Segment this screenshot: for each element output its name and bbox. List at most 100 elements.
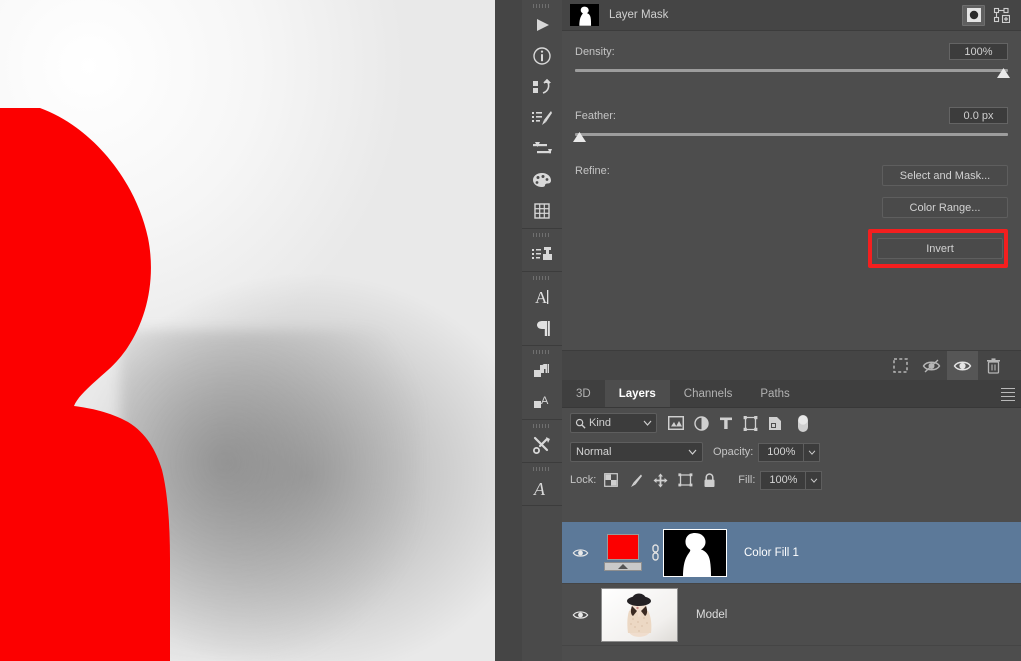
fill-stepper[interactable] <box>805 470 823 490</box>
tab-channels[interactable]: Channels <box>670 380 747 407</box>
layer-visibility-toggle[interactable] <box>562 609 599 621</box>
rail-grip[interactable] <box>522 2 562 9</box>
lock-all-icon[interactable] <box>703 472 716 488</box>
tools-scissors-icon[interactable] <box>522 429 562 460</box>
refine-label: Refine: <box>575 165 610 177</box>
layer-filter-toggle[interactable] <box>797 413 809 433</box>
layer-mask-link-icon[interactable] <box>646 544 664 561</box>
chevron-down-icon <box>810 478 818 483</box>
vector-mask-button[interactable] <box>990 5 1013 26</box>
table-row[interactable]: Color Fill 1 <box>562 522 1021 584</box>
brush-presets-icon[interactable] <box>522 102 562 133</box>
properties-panel-header: Layer Mask <box>562 0 1021 31</box>
rail-group-4: A <box>522 346 562 420</box>
load-selection-icon[interactable] <box>885 351 916 380</box>
chevron-down-icon <box>808 450 816 455</box>
lock-transparent-pixels-icon[interactable] <box>604 473 619 487</box>
toggle-mask-visibility-icon[interactable] <box>947 351 978 380</box>
layer-name: Model <box>696 608 728 621</box>
filter-adjustment-layers-icon[interactable] <box>694 415 709 431</box>
fill-gradient-bar <box>604 561 642 571</box>
search-icon <box>575 418 586 429</box>
blend-mode-select[interactable]: Normal <box>570 442 703 462</box>
rail-grip[interactable] <box>522 231 562 238</box>
blend-mode-value: Normal <box>576 446 612 458</box>
delete-mask-icon[interactable] <box>978 351 1009 380</box>
select-and-mask-line: Select and Mask... <box>575 165 1008 186</box>
opacity-value-field[interactable]: 100% <box>758 442 804 462</box>
apply-mask-icon[interactable] <box>916 351 947 380</box>
color-range-line: Color Range... <box>575 197 1008 218</box>
timeline-play-icon[interactable] <box>522 9 562 40</box>
filter-type-layers-icon[interactable] <box>719 416 733 430</box>
density-slider[interactable] <box>575 65 1010 81</box>
history-icon[interactable] <box>522 71 562 102</box>
lock-label: Lock: <box>570 474 597 486</box>
density-label: Density: <box>575 45 615 58</box>
glyphs-icon[interactable]: A <box>522 472 562 503</box>
panel-menu-icon[interactable] <box>1001 388 1015 404</box>
layer-mask-thumbnail[interactable] <box>663 528 727 577</box>
page-title: Layer Mask <box>609 9 669 21</box>
rail-group-3: A <box>522 272 562 346</box>
svg-text:A: A <box>533 479 546 499</box>
character-styles-icon[interactable]: A <box>522 386 562 417</box>
chevron-down-icon <box>643 420 652 426</box>
info-icon[interactable] <box>522 40 562 71</box>
select-and-mask-button[interactable]: Select and Mask... <box>882 165 1008 186</box>
filter-kind-select[interactable]: Kind <box>570 413 657 433</box>
lock-position-icon[interactable] <box>653 473 668 488</box>
character-icon[interactable]: A <box>522 281 562 312</box>
feather-value-field[interactable]: 0.0 px <box>949 107 1008 124</box>
color-fill-thumbnail[interactable] <box>599 530 646 576</box>
rail-grip[interactable] <box>522 422 562 429</box>
adjustments-icon[interactable] <box>522 133 562 164</box>
lock-icons <box>604 472 716 488</box>
opacity-stepper[interactable] <box>803 442 821 462</box>
tab-layers[interactable]: Layers <box>604 380 670 407</box>
tab-paths[interactable]: Paths <box>746 380 803 407</box>
color-range-button[interactable]: Color Range... <box>882 197 1008 218</box>
feather-slider[interactable] <box>573 129 1008 145</box>
chevron-down-icon <box>688 449 697 455</box>
tab-3d[interactable]: 3D <box>562 380 605 407</box>
swatches-palette-icon[interactable] <box>522 164 562 195</box>
document-canvas[interactable] <box>0 0 495 661</box>
mask-type-buttons <box>962 4 1013 26</box>
rail-grip[interactable] <box>522 348 562 355</box>
filter-smart-objects-icon[interactable] <box>768 416 782 431</box>
rail-grip[interactable] <box>522 465 562 472</box>
refine-section: Refine: Select and Mask... Color Range..… <box>575 145 1008 268</box>
rail-grip[interactable] <box>522 274 562 281</box>
paragraph-icon[interactable] <box>522 312 562 343</box>
rail-group-1 <box>522 0 562 229</box>
fill-value-field[interactable]: 100% <box>760 470 806 490</box>
rail-group-6: A <box>522 463 562 506</box>
grid-icon[interactable] <box>522 195 562 226</box>
svg-text:A: A <box>535 288 548 307</box>
filter-shape-layers-icon[interactable] <box>743 415 758 431</box>
layer-visibility-toggle[interactable] <box>562 547 599 559</box>
blend-mode-row: Normal Opacity: 100% <box>562 438 1021 466</box>
layer-image-thumbnail[interactable] <box>601 587 678 642</box>
table-row[interactable]: Model <box>562 584 1021 646</box>
density-value-field[interactable]: 100% <box>949 43 1008 60</box>
properties-panel: Layer Mask Density: 100% Feather: 0.0 px… <box>562 0 1021 380</box>
pixel-mask-button[interactable] <box>962 4 985 26</box>
lock-image-pixels-icon[interactable] <box>628 473 643 488</box>
invert-line: Invert <box>575 229 1008 268</box>
rail-group-2 <box>522 229 562 272</box>
feather-control: Feather: 0.0 px <box>573 81 1008 145</box>
density-control: Density: 100% <box>575 31 1010 81</box>
invert-button[interactable]: Invert <box>877 238 1003 259</box>
clone-source-icon[interactable] <box>522 238 562 269</box>
layers-panel: 3D Layers Channels Paths Kind Normal Opa… <box>562 380 1021 661</box>
fill-label: Fill: <box>738 474 756 486</box>
filter-pixel-layers-icon[interactable] <box>668 416 684 430</box>
paragraph-styles-icon[interactable] <box>522 355 562 386</box>
lock-artboard-nesting-icon[interactable] <box>678 473 693 487</box>
layers-panel-tabs: 3D Layers Channels Paths <box>562 380 1021 408</box>
density-slider-track <box>575 69 1008 72</box>
properties-footer-toolbar <box>562 350 1021 380</box>
fill-color-swatch <box>607 533 639 560</box>
